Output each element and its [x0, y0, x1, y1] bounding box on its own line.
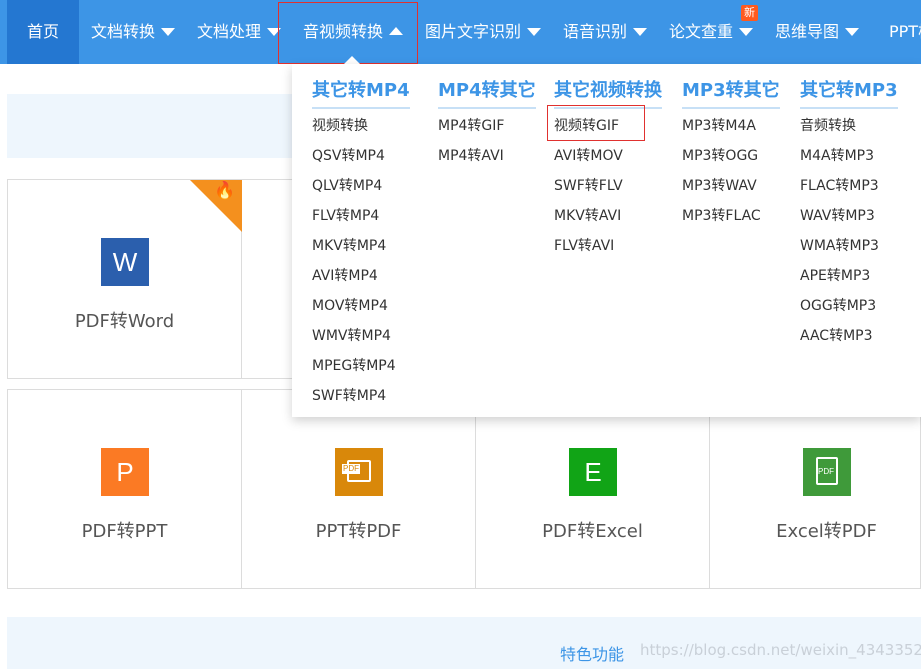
col-title-to-mp3: 其它转MP3 [800, 76, 898, 109]
link-mp3-to-m4a[interactable]: MP3转M4A [682, 115, 756, 135]
link-mp4-to-avi[interactable]: MP4转AVI [438, 145, 504, 165]
nav-ocr[interactable]: 图片文字识别 [425, 0, 542, 64]
excel-icon: E [569, 448, 617, 496]
col-title-mp3-to-other: MP3转其它 [682, 76, 780, 109]
card-label-pdf-to-word: PDF转Word [74, 311, 175, 332]
link-mp3-to-ogg[interactable]: MP3转OGG [682, 145, 758, 165]
link-qsv-to-mp4[interactable]: QSV转MP4 [312, 145, 385, 165]
col-title-mp4-to-other: MP4转其它 [438, 76, 536, 109]
nav-mindmap-label: 思维导图 [775, 22, 840, 41]
ppt-icon: P [101, 448, 149, 496]
link-mkv-to-avi[interactable]: MKV转AVI [554, 205, 621, 225]
link-wmv-to-mp4[interactable]: WMV转MP4 [312, 325, 391, 345]
nav-mindmap[interactable]: 思维导图 [775, 0, 860, 64]
link-ape-to-mp3[interactable]: APE转MP3 [800, 265, 870, 285]
new-badge: 新 [741, 5, 758, 21]
nav-paper-check-label: 论文查重 [669, 22, 734, 41]
link-mp3-to-wav[interactable]: MP3转WAV [682, 175, 757, 195]
chevron-down-icon [527, 27, 542, 36]
card-label-ppt-to-pdf: PPT转PDF [315, 521, 402, 542]
chevron-down-icon [267, 27, 282, 36]
link-m4a-to-mp3[interactable]: M4A转MP3 [800, 145, 874, 165]
link-avi-to-mp4[interactable]: AVI转MP4 [312, 265, 378, 285]
link-mpeg-to-mp4[interactable]: MPEG转MP4 [312, 355, 396, 375]
nav-ocr-label: 图片文字识别 [425, 22, 522, 41]
dropdown-pointer [344, 56, 360, 64]
link-mkv-to-mp4[interactable]: MKV转MP4 [312, 235, 386, 255]
nav-home[interactable]: 首页 [7, 0, 79, 64]
nav-doc-process-label: 文档处理 [197, 22, 262, 41]
flame-icon: 🔥 [214, 181, 236, 201]
link-video-to-gif[interactable]: 视频转GIF [554, 115, 619, 135]
excel-to-pdf-icon: PDF [803, 448, 851, 496]
ppt-to-pdf-icon: PDF [335, 448, 383, 496]
link-flv-to-mp4[interactable]: FLV转MP4 [312, 205, 379, 225]
chevron-down-icon [845, 27, 860, 36]
col-title-to-mp4: 其它转MP4 [312, 76, 410, 109]
nav-doc-convert[interactable]: 文档转换 [91, 0, 176, 64]
link-wma-to-mp3[interactable]: WMA转MP3 [800, 235, 879, 255]
nav-ppt[interactable]: PPT模 [889, 0, 921, 64]
link-mov-to-mp4[interactable]: MOV转MP4 [312, 295, 388, 315]
chevron-down-icon [633, 27, 648, 36]
card-label-excel-to-pdf: Excel转PDF [776, 521, 877, 542]
link-ogg-to-mp3[interactable]: OGG转MP3 [800, 295, 876, 315]
link-video-convert[interactable]: 视频转换 [312, 115, 368, 135]
link-qlv-to-mp4[interactable]: QLV转MP4 [312, 175, 382, 195]
link-swf-to-flv[interactable]: SWF转FLV [554, 175, 623, 195]
link-avi-to-mov[interactable]: AVI转MOV [554, 145, 623, 165]
nav-doc-convert-label: 文档转换 [91, 22, 156, 41]
col-title-other-video: 其它视频转换 [554, 76, 662, 109]
link-mp4-to-gif[interactable]: MP4转GIF [438, 115, 504, 135]
link-aac-to-mp3[interactable]: AAC转MP3 [800, 325, 873, 345]
nav-speech[interactable]: 语音识别 [563, 0, 648, 64]
link-flac-to-mp3[interactable]: FLAC转MP3 [800, 175, 879, 195]
link-swf-to-mp4[interactable]: SWF转MP4 [312, 385, 386, 405]
chevron-down-icon [739, 27, 754, 36]
link-mp3-to-flac[interactable]: MP3转FLAC [682, 205, 761, 225]
chevron-down-icon [161, 27, 176, 36]
nav-speech-label: 语音识别 [563, 22, 628, 41]
link-audio-convert[interactable]: 音频转换 [800, 115, 856, 135]
watermark: https://blog.csdn.net/weixin_43433528 [640, 641, 921, 659]
link-wav-to-mp3[interactable]: WAV转MP3 [800, 205, 875, 225]
card-label-pdf-to-ppt: PDF转PPT [81, 521, 168, 542]
card-label-pdf-to-excel: PDF转Excel [542, 521, 643, 542]
nav-av-convert[interactable]: 音视频转换 [303, 0, 404, 64]
nav-av-convert-label: 音视频转换 [303, 22, 384, 41]
link-flv-to-avi[interactable]: FLV转AVI [554, 235, 614, 255]
nav-doc-process[interactable]: 文档处理 [197, 0, 282, 64]
chevron-up-icon [389, 26, 404, 35]
feature-link[interactable]: 特色功能 [560, 641, 624, 665]
word-icon: W [101, 238, 149, 286]
